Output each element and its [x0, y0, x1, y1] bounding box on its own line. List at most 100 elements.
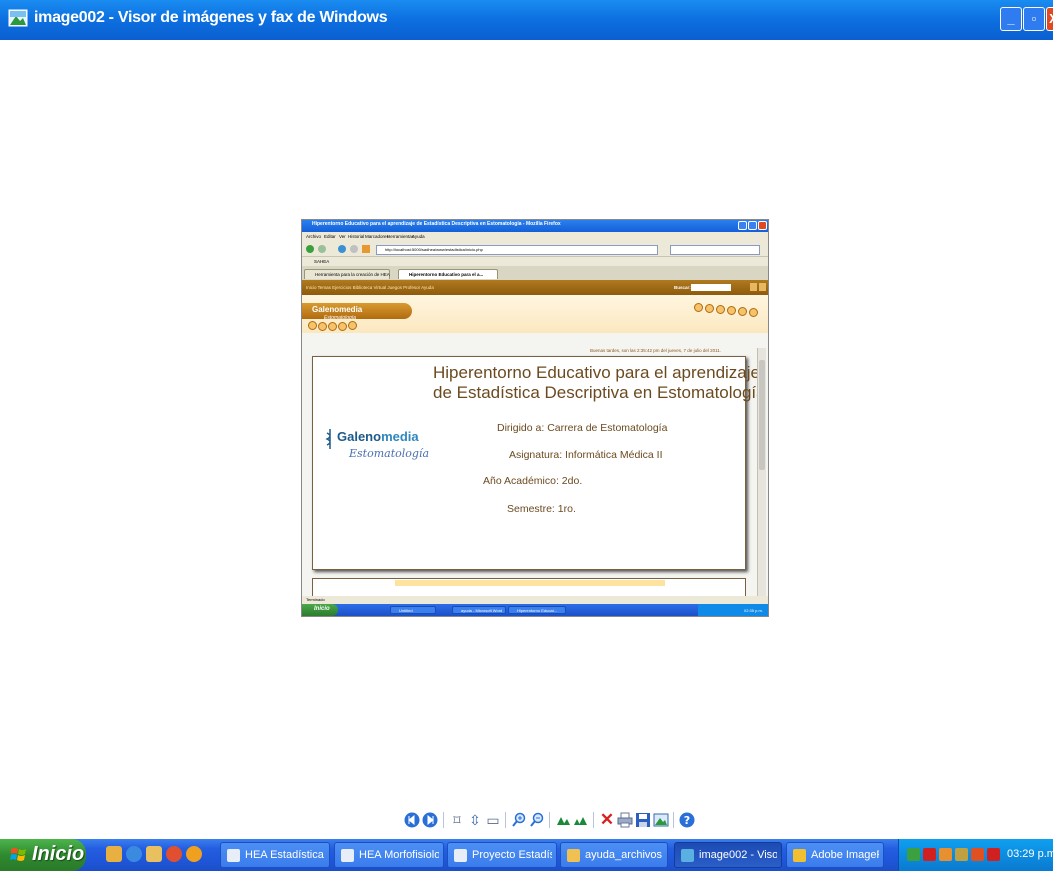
- browser-menu-item: Historial: [348, 234, 365, 239]
- logo-name: Galenomedia: [337, 429, 419, 444]
- rotate-counterclockwise-icon[interactable]: [573, 812, 589, 828]
- stop-icon: [350, 245, 358, 253]
- zoom-out-icon[interactable]: [529, 812, 545, 828]
- header-circle-icon: [705, 304, 714, 313]
- header-circle-icon: [308, 321, 317, 330]
- antivirus-icon[interactable]: [923, 848, 936, 861]
- site-header: Galenomedia Estomatología: [302, 295, 768, 333]
- browser-search-field: [670, 245, 760, 255]
- task-proyecto-estadis[interactable]: Proyecto Estadís...: [447, 842, 557, 868]
- viewer-toolbar: ⌑ ⇳ ▭ ✕ ?: [404, 810, 695, 832]
- browser-navbar: http://localhost:5000/sadhea/www/estadis…: [302, 242, 768, 257]
- site-search-field: [691, 284, 731, 291]
- tray-icon[interactable]: [939, 848, 952, 861]
- actual-size-icon[interactable]: ⇳: [467, 812, 483, 828]
- system-tray: 03:29 p.m.: [898, 839, 1053, 871]
- inner-start-label: Inicio: [314, 606, 330, 612]
- tray-icon[interactable]: [971, 848, 984, 861]
- tray-icon[interactable]: [907, 848, 920, 861]
- image-viewer-icon: [681, 849, 694, 862]
- browser-menu-item: Archivo: [306, 234, 322, 239]
- minimize-button[interactable]: _: [1000, 7, 1022, 31]
- media-icon[interactable]: [146, 846, 162, 862]
- browser-tabs: Herramienta para la creación de HEA Hipe…: [302, 266, 768, 281]
- browser-titlebar: Hiperentorno Educativo para el aprendiza…: [302, 220, 768, 232]
- info-anio: Año Académico: 2do.: [483, 475, 583, 487]
- browser-tab-active: Hiperentorno Educativo para el a...: [398, 269, 498, 279]
- task-ayuda-archivos[interactable]: ayuda_archivos: [560, 842, 668, 868]
- browser-close-icon: [758, 221, 767, 230]
- browser-url-field: http://localhost:5000/sadhea/www/estadis…: [376, 245, 658, 255]
- maximize-button[interactable]: ▫: [1023, 7, 1045, 31]
- browser-tab-label: Herramienta para la creación de HEA: [315, 272, 390, 277]
- toolbar-separator: [673, 812, 674, 828]
- save-icon[interactable]: [635, 812, 651, 828]
- clock[interactable]: 03:29 p.m.: [1007, 848, 1053, 860]
- task-adobe-imageready[interactable]: Adobe ImageRe...: [786, 842, 884, 868]
- quick-launch: [98, 845, 212, 865]
- header-circle-icon: [328, 322, 337, 331]
- site-nav-links: Inicio Temas Ejercicios Biblioteca Virtu…: [306, 285, 434, 290]
- browser-menu-item: Marcadores: [365, 234, 389, 239]
- browser-icon[interactable]: [126, 846, 142, 862]
- window-title: image002 - Visor de imágenes y fax de Wi…: [34, 9, 388, 26]
- header-circle-icon: [338, 322, 347, 331]
- task-hea-morfofisiolo[interactable]: HEA Morfofisiolo...: [334, 842, 444, 868]
- window-titlebar[interactable]: image002 - Visor de imágenes y fax de Wi…: [0, 0, 1053, 40]
- task-label: Adobe ImageRe...: [811, 849, 879, 861]
- header-logo: Galenomedia: [312, 305, 363, 314]
- info-dirigido: Dirigido a: Carrera de Estomatología: [497, 422, 668, 434]
- browser-menubar: Archivo Editar Ver Historial Marcadores …: [302, 232, 768, 242]
- zoom-in-icon[interactable]: [511, 812, 527, 828]
- status-text: Terminado: [306, 597, 325, 602]
- folder-icon[interactable]: [106, 846, 122, 862]
- start-button[interactable]: Inicio: [0, 839, 86, 871]
- site-navbar: Inicio Temas Ejercicios Biblioteca Virtu…: [302, 280, 768, 295]
- delete-icon[interactable]: ✕: [599, 811, 615, 828]
- print-icon[interactable]: [617, 812, 633, 828]
- site-search-label: Buscar:: [674, 285, 691, 290]
- browser-minimize-icon: [738, 221, 747, 230]
- best-fit-icon[interactable]: ⌑: [449, 812, 465, 828]
- inner-task: Hiperentorno Educat...: [508, 606, 566, 614]
- close-button[interactable]: X: [1046, 7, 1053, 31]
- toolbar-separator: [549, 812, 550, 828]
- safely-remove-icon[interactable]: [987, 848, 1000, 861]
- task-label: image002 - Visor...: [699, 849, 777, 861]
- logo-name-part: media: [381, 429, 419, 444]
- inner-taskbar: Inicio Untitled ayuda - Microsoft Word H…: [302, 604, 768, 616]
- task-hea-estadistica[interactable]: HEA Estadística ...: [220, 842, 330, 868]
- image-viewer-icon: [8, 9, 28, 27]
- browser-maximize-icon: [748, 221, 757, 230]
- next-image-icon[interactable]: [422, 812, 438, 828]
- help-icon[interactable]: ?: [679, 812, 695, 828]
- windows-flag-icon: [10, 848, 26, 861]
- edit-icon[interactable]: [653, 812, 669, 828]
- browser-menu-item: Editar: [324, 234, 336, 239]
- inner-task-label: Hiperentorno Educat...: [517, 608, 558, 613]
- main-title: Hiperentorno Educativo para el aprendiza…: [433, 363, 766, 403]
- greeting-text: Buenas tardes, son las 2:35:42 pm del ju…: [590, 348, 722, 353]
- logo-subtitle: Estomatología: [349, 447, 430, 460]
- home-icon: [362, 245, 370, 253]
- tray-icon[interactable]: [955, 848, 968, 861]
- inner-task: ayuda - Microsoft Word: [452, 606, 506, 614]
- slideshow-icon[interactable]: ▭: [485, 812, 501, 828]
- bookmark-item: SAHEA: [314, 259, 330, 264]
- task-label: Proyecto Estadís...: [472, 849, 552, 861]
- firefox-icon[interactable]: [166, 846, 182, 862]
- browser-menu-item: Herramientas: [387, 234, 415, 239]
- rotate-clockwise-icon[interactable]: [555, 812, 571, 828]
- browser-bookmarks: SAHEA: [302, 257, 768, 266]
- header-circle-icon: [727, 306, 736, 315]
- forward-icon: [318, 245, 326, 253]
- info-asignatura: Asignatura: Informática Médica II: [509, 449, 663, 461]
- previous-image-icon[interactable]: [404, 812, 420, 828]
- document-icon: [227, 849, 240, 862]
- task-image002-visor[interactable]: image002 - Visor...: [674, 842, 782, 868]
- back-icon: [306, 245, 314, 253]
- document-icon: [454, 849, 467, 862]
- header-circle-icon: [738, 307, 747, 316]
- inner-task-label: Untitled: [399, 608, 413, 613]
- app-icon[interactable]: [186, 846, 202, 862]
